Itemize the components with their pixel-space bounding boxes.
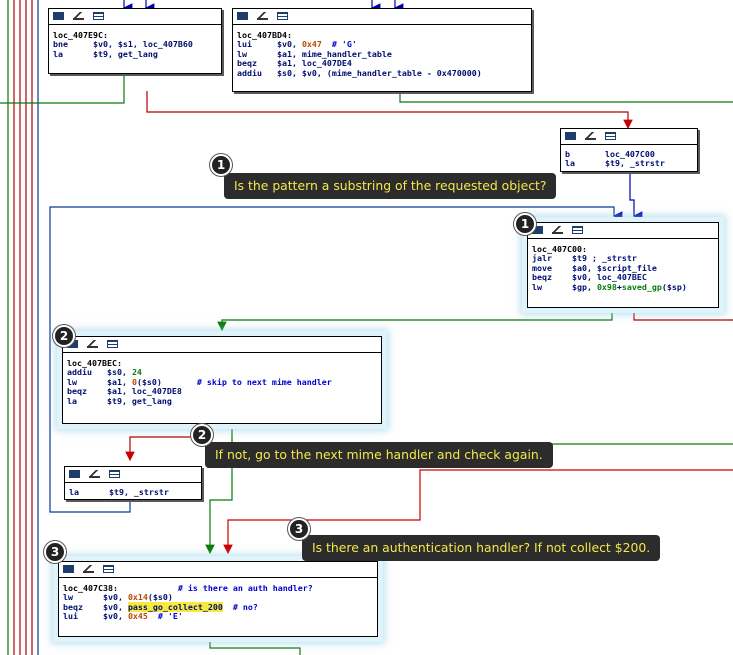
graph-icon[interactable] bbox=[565, 132, 576, 140]
graph-icon[interactable] bbox=[53, 12, 64, 20]
instruction-token: ($s0) bbox=[147, 592, 173, 603]
instruction-token: addiu $s0, $v0, (mime_handler_table - 0x… bbox=[237, 67, 482, 78]
code-block-branch-strstr[interactable]: b loc_407C00 la $t9, _strstr bbox=[560, 128, 698, 172]
list-icon[interactable] bbox=[93, 12, 104, 20]
list-icon[interactable] bbox=[103, 565, 114, 573]
pen-icon[interactable] bbox=[257, 12, 268, 20]
node-code: loc_407BEC: addiu $s0, 24 lw $a1, 0($s0) #… bbox=[63, 353, 381, 409]
instruction-token: la $t9, get_lang bbox=[53, 48, 158, 59]
node-code: loc_407C00: jalr $t9 ; _strstr move $a0, $… bbox=[528, 239, 718, 295]
instruction-token: saved_gp bbox=[621, 281, 662, 292]
instruction-token: # no? bbox=[222, 601, 258, 612]
pen-icon[interactable] bbox=[89, 470, 100, 478]
callout-text: Is there an authentication handler? If n… bbox=[312, 540, 651, 555]
node-header bbox=[63, 337, 381, 353]
instruction-token: 0x14 bbox=[127, 592, 148, 603]
instruction-line[interactable]: lui $v0, 0x45 # 'E' bbox=[63, 612, 373, 621]
callout-text: If not, go to the next mime handler and … bbox=[215, 447, 543, 462]
instruction-token: lui $v0, bbox=[63, 611, 128, 622]
instruction-line[interactable]: addiu $s0, $v0, (mime_handler_table - 0x… bbox=[237, 67, 527, 78]
list-icon[interactable] bbox=[277, 12, 288, 20]
instruction-line[interactable]: lw $gp, 0x98+saved_gp($sp) bbox=[532, 281, 714, 292]
callout-text: Is the pattern a substring of the reques… bbox=[234, 178, 547, 193]
instruction-token: # 'E' bbox=[147, 611, 183, 622]
node-header bbox=[49, 9, 221, 25]
node-header bbox=[65, 467, 201, 483]
node-code: loc_407BD4: lui $v0, 0x47 # 'G' lw $a1, mi… bbox=[233, 25, 531, 81]
node-code: loc_407C38: # is there an auth handler? l… bbox=[59, 578, 377, 625]
instruction-token: 0x45 bbox=[127, 611, 148, 622]
code-block-loc-407bd4[interactable]: loc_407BD4: lui $v0, 0x47 # 'G' lw $a1, mi… bbox=[232, 8, 532, 92]
callout-number-badge: 3 bbox=[288, 518, 310, 540]
node-code: la $t9, _strstr bbox=[65, 483, 201, 500]
instruction-line[interactable]: la $t9, _strstr bbox=[565, 159, 693, 168]
callout-number-badge: 2 bbox=[191, 424, 213, 446]
instruction-token: 0x98 bbox=[596, 281, 617, 292]
node-code: loc_407E9C: bne $v0, $s1, loc_407B60 la $t… bbox=[49, 25, 221, 62]
node-code: b loc_407C00 la $t9, _strstr bbox=[561, 145, 697, 172]
node-header bbox=[59, 562, 377, 578]
node-header bbox=[233, 9, 531, 25]
code-block-loc-407c38[interactable]: loc_407C38: # is there an auth handler? l… bbox=[58, 561, 378, 637]
node-header bbox=[561, 129, 697, 145]
instruction-token: ($sp) bbox=[661, 281, 687, 292]
callout-auth-handler: Is there an authentication handler? If n… bbox=[302, 535, 661, 561]
pen-icon[interactable] bbox=[83, 565, 94, 573]
callout-next-mime-handler: If not, go to the next mime handler and … bbox=[205, 442, 553, 468]
graph-icon[interactable] bbox=[69, 470, 80, 478]
instruction-token: la $t9, _strstr bbox=[69, 487, 169, 497]
pen-icon[interactable] bbox=[73, 12, 84, 20]
callout-number-badge: 1 bbox=[210, 154, 232, 176]
list-icon[interactable] bbox=[572, 226, 583, 234]
pen-icon[interactable] bbox=[585, 132, 596, 140]
code-block-loc-407c00[interactable]: loc_407C00: jalr $t9 ; _strstr move $a0, $… bbox=[527, 222, 719, 308]
graph-icon[interactable] bbox=[237, 12, 248, 20]
instruction-token: la $t9, _strstr bbox=[565, 158, 665, 169]
callout-substring-check: Is the pattern a substring of the reques… bbox=[224, 173, 557, 199]
code-block-loc-407bec[interactable]: loc_407BEC: addiu $s0, 24 lw $a1, 0($s0) #… bbox=[62, 336, 382, 424]
node-number-badge: 3 bbox=[44, 541, 66, 563]
instruction-line[interactable]: la $t9, _strstr bbox=[69, 487, 197, 497]
code-block-loc-407e9c[interactable]: loc_407E9C: bne $v0, $s1, loc_407B60 la $t… bbox=[48, 8, 222, 74]
node-number-badge: 2 bbox=[53, 325, 75, 347]
list-icon[interactable] bbox=[109, 470, 120, 478]
pen-icon[interactable] bbox=[552, 226, 563, 234]
instruction-token: # skip to next mime handler bbox=[196, 376, 332, 387]
node-header bbox=[528, 223, 718, 239]
node-number-badge: 1 bbox=[514, 213, 536, 235]
pen-icon[interactable] bbox=[87, 340, 98, 348]
graph-icon[interactable] bbox=[63, 565, 74, 573]
instruction-line[interactable]: la $t9, get_lang bbox=[53, 48, 217, 59]
instruction-line[interactable]: la $t9, get_lang bbox=[67, 395, 377, 406]
instruction-token: la $t9, get_lang bbox=[67, 395, 172, 406]
list-icon[interactable] bbox=[107, 340, 118, 348]
list-icon[interactable] bbox=[605, 132, 616, 140]
code-block-la-strstr[interactable]: la $t9, _strstr bbox=[64, 466, 202, 500]
instruction-token: lw $gp, bbox=[532, 281, 597, 292]
